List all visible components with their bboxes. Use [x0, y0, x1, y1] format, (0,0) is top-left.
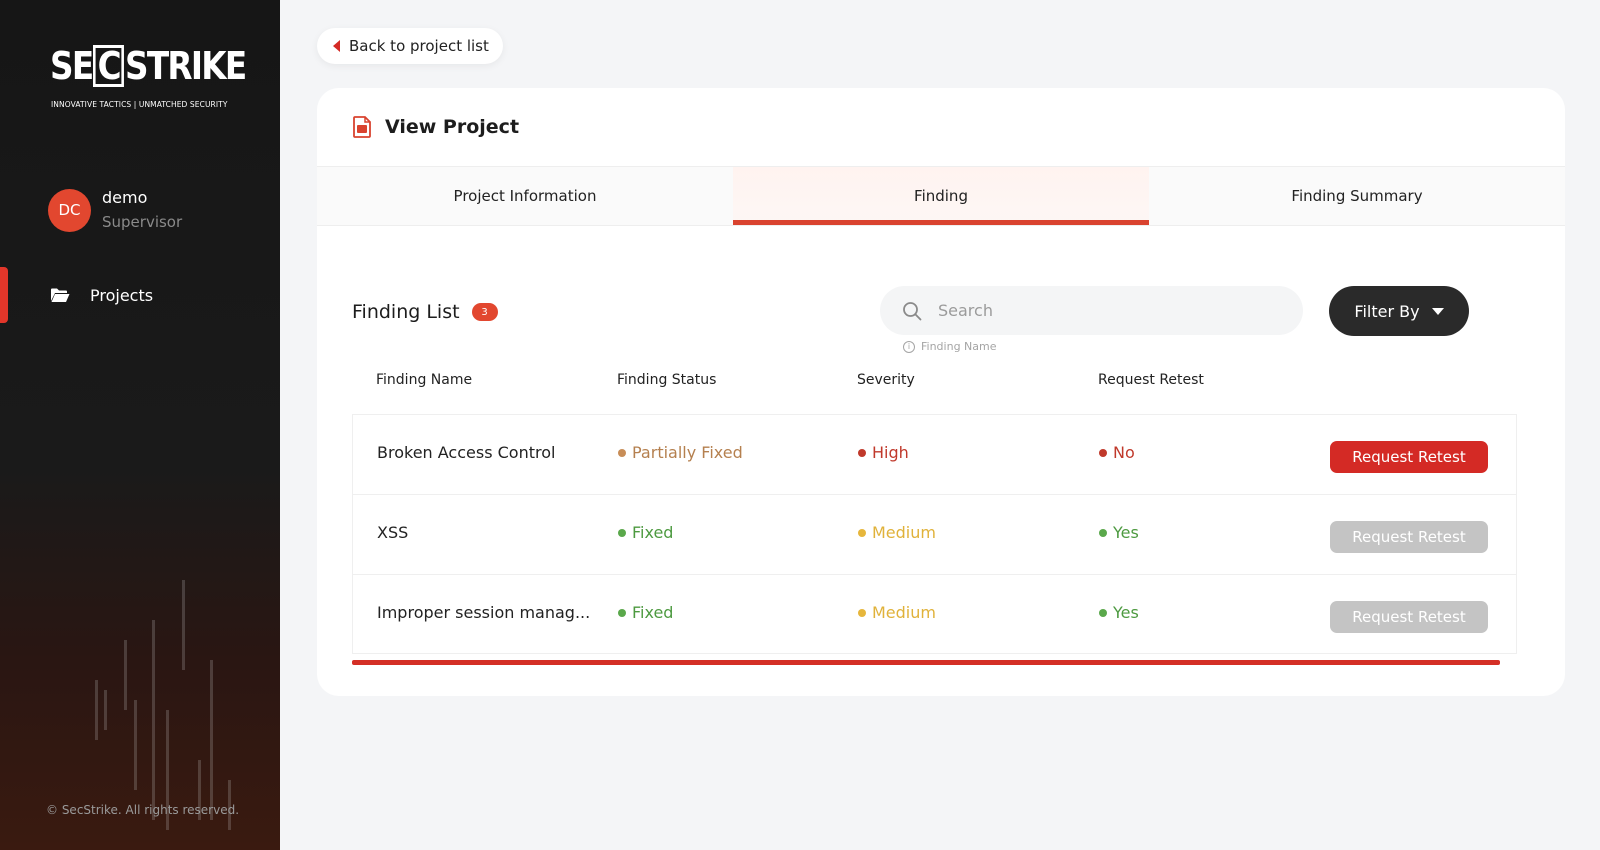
document-icon [353, 116, 371, 138]
severity-dot-icon [858, 528, 866, 537]
finding-status: Fixed [618, 603, 673, 622]
column-header-finding-status: Finding Status [617, 372, 717, 388]
severity: Medium [858, 603, 936, 622]
finding-status: Fixed [618, 523, 673, 542]
table-row[interactable]: Improper session manag... Fixed Medium Y… [352, 574, 1517, 654]
info-icon: i [903, 340, 915, 353]
finding-table-body: Broken Access Control Partially Fixed Hi… [352, 414, 1517, 654]
project-tabs: Project Information Finding Finding Summ… [317, 166, 1565, 226]
retest-dot-icon [1099, 448, 1107, 457]
request-retest-value: No [1099, 443, 1135, 462]
tab-finding[interactable]: Finding [733, 167, 1149, 225]
finding-list-title: Finding List [352, 301, 460, 323]
copyright-text: © SecStrike. All rights reserved. [46, 803, 240, 817]
finding-name: Improper session manag... [377, 603, 591, 622]
search-icon [903, 301, 922, 320]
request-retest-value: Yes [1099, 523, 1139, 542]
card-header: View Project [317, 88, 1565, 166]
folder-open-icon [51, 288, 70, 302]
caret-left-icon [333, 40, 340, 52]
view-project-card: View Project Project Information Finding… [317, 88, 1565, 696]
status-dot-icon [618, 608, 626, 617]
finding-list-header: Finding List 3 [352, 301, 498, 323]
user-profile: DC demo Supervisor [48, 188, 182, 232]
sidebar-item-projects[interactable]: Projects [50, 282, 153, 308]
request-retest-button[interactable]: Request Retest [1330, 521, 1488, 553]
status-dot-icon [618, 528, 626, 537]
filter-by-label: Filter By [1354, 301, 1420, 321]
severity: Medium [858, 523, 936, 542]
sidebar-item-label: Projects [90, 285, 154, 305]
severity-dot-icon [858, 608, 866, 617]
request-retest-button[interactable]: Request Retest [1330, 601, 1488, 633]
severity-dot-icon [858, 448, 866, 457]
user-role: Supervisor [102, 213, 183, 231]
back-button-label: Back to project list [349, 37, 489, 55]
tab-project-information[interactable]: Project Information [317, 167, 733, 225]
finding-count-badge: 3 [471, 303, 498, 321]
secstrike-logo: SE C STRIKE INNOVATIVE TACTICS | UNMATCHED… [50, 40, 247, 112]
column-header-severity: Severity [857, 372, 915, 388]
logo-wordmark: SE C STRIKE [50, 44, 247, 88]
search-hint: i Finding Name [903, 340, 997, 353]
table-row[interactable]: XSS Fixed Medium Yes Request Retest [352, 494, 1517, 574]
sidebar: SE C STRIKE INNOVATIVE TACTICS | UNMATCHED… [0, 0, 280, 850]
retest-dot-icon [1099, 528, 1107, 537]
avatar: DC [48, 188, 91, 232]
search-hint-text: Finding Name [921, 340, 997, 353]
search-box [880, 286, 1303, 335]
filter-by-button[interactable]: Filter By [1329, 286, 1469, 336]
column-header-request-retest: Request Retest [1098, 372, 1204, 388]
finding-status: Partially Fixed [618, 443, 743, 462]
back-to-project-list-button[interactable]: Back to project list [317, 28, 503, 64]
finding-name: Broken Access Control [377, 443, 556, 462]
page-title: View Project [385, 116, 520, 138]
table-row[interactable]: Broken Access Control Partially Fixed Hi… [352, 414, 1517, 494]
nav-active-indicator [0, 267, 8, 323]
status-dot-icon [618, 448, 626, 457]
finding-name: XSS [377, 523, 409, 542]
retest-dot-icon [1099, 608, 1107, 617]
request-retest-value: Yes [1099, 603, 1139, 622]
column-header-finding-name: Finding Name [376, 372, 473, 388]
severity: High [858, 443, 909, 462]
request-retest-button[interactable]: Request Retest [1330, 441, 1488, 473]
search-input[interactable] [938, 301, 1268, 320]
table-header: Finding Name Finding Status Severity Req… [352, 360, 1517, 400]
user-name: demo [102, 188, 148, 207]
table-scrollbar[interactable] [352, 660, 1500, 665]
caret-down-icon [1431, 307, 1444, 315]
tab-finding-summary[interactable]: Finding Summary [1149, 167, 1565, 225]
logo-tagline: INNOVATIVE TACTICS | UNMATCHED SECURITY [51, 100, 228, 109]
